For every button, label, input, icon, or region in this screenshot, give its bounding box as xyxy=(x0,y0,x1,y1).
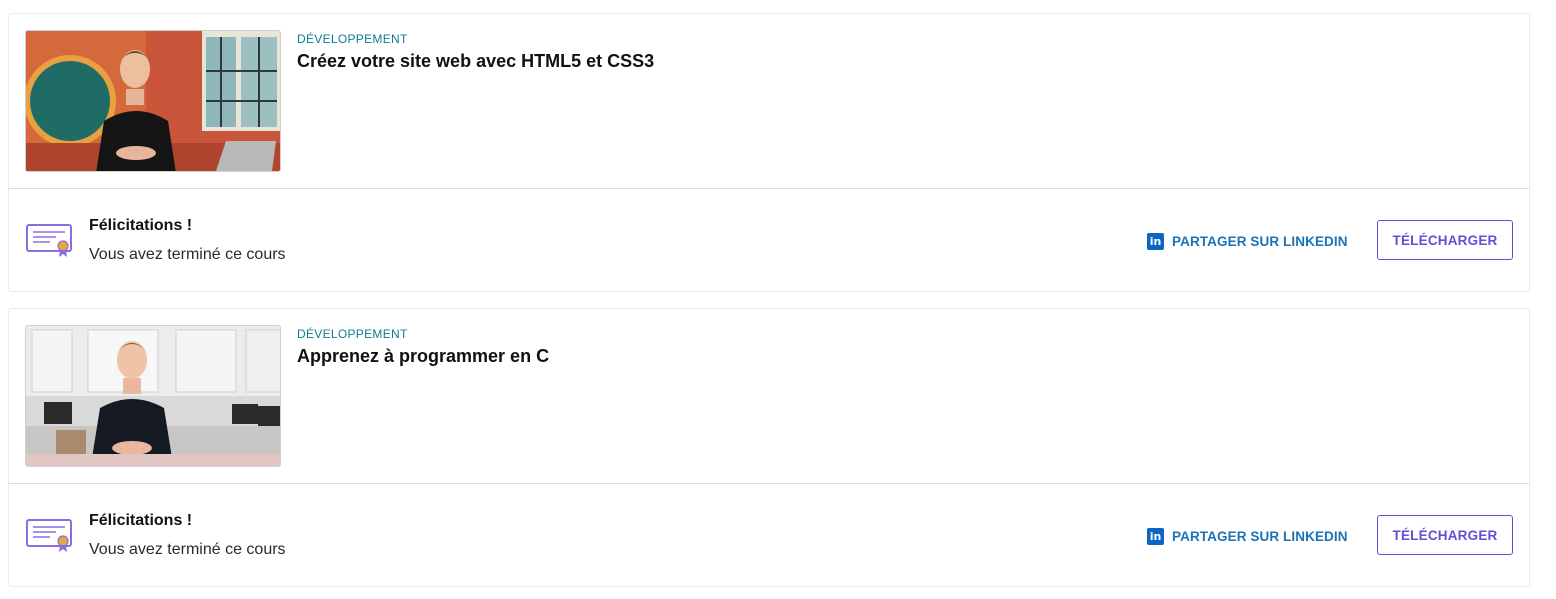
course-category: DÉVELOPPEMENT xyxy=(297,327,408,341)
linkedin-icon: in xyxy=(1147,527,1164,545)
completion-section: Félicitations ! Vous avez terminé ce cou… xyxy=(9,485,1529,587)
course-title[interactable]: Créez votre site web avec HTML5 et CSS3 xyxy=(297,51,654,72)
course-thumbnail[interactable] xyxy=(25,30,281,172)
certificate-icon xyxy=(26,224,72,257)
share-linkedin-button[interactable]: in PARTAGER SUR LINKEDIN xyxy=(1147,526,1348,546)
instructor-image xyxy=(26,326,280,466)
course-card: DÉVELOPPEMENT Apprenez à programmer en C… xyxy=(8,308,1530,587)
course-card: DÉVELOPPEMENT Créez votre site web avec … xyxy=(8,13,1530,292)
congrats-heading: Félicitations ! xyxy=(89,217,193,234)
share-linkedin-label: PARTAGER SUR LINKEDIN xyxy=(1172,528,1348,544)
linkedin-icon: in xyxy=(1147,232,1164,250)
congrats-heading: Félicitations ! xyxy=(89,512,193,529)
download-certificate-button[interactable]: TÉLÉCHARGER xyxy=(1377,220,1513,260)
course-header: DÉVELOPPEMENT Apprenez à programmer en C xyxy=(9,309,1529,484)
share-linkedin-button[interactable]: in PARTAGER SUR LINKEDIN xyxy=(1147,231,1348,251)
course-thumbnail[interactable] xyxy=(25,325,281,467)
completed-text: Vous avez terminé ce cours xyxy=(89,541,286,558)
share-linkedin-label: PARTAGER SUR LINKEDIN xyxy=(1172,233,1348,249)
course-title[interactable]: Apprenez à programmer en C xyxy=(297,346,549,367)
download-certificate-button[interactable]: TÉLÉCHARGER xyxy=(1377,515,1513,555)
course-category: DÉVELOPPEMENT xyxy=(297,32,408,46)
completed-text: Vous avez terminé ce cours xyxy=(89,246,286,263)
completion-section: Félicitations ! Vous avez terminé ce cou… xyxy=(9,190,1529,292)
certificate-icon xyxy=(26,519,72,552)
course-header: DÉVELOPPEMENT Créez votre site web avec … xyxy=(9,14,1529,189)
instructor-image xyxy=(26,31,280,171)
